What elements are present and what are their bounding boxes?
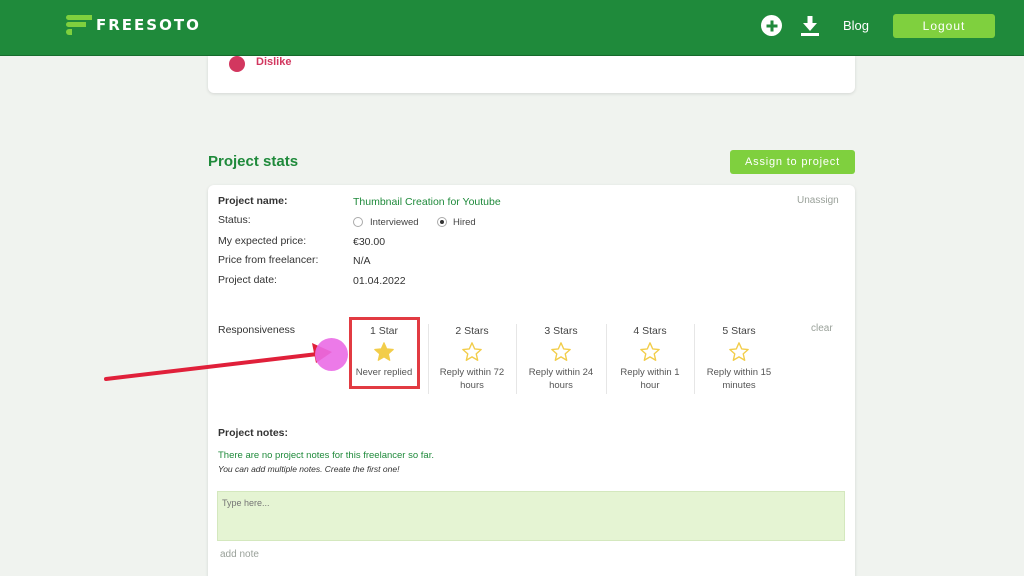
top-navbar: FREESOTO Blog Logout xyxy=(0,0,1024,56)
rating-option-5-stars[interactable]: 5 Stars Reply within 15 minutes xyxy=(699,323,779,399)
blog-link[interactable]: Blog xyxy=(843,18,869,33)
rating-description: Reply within 15 minutes xyxy=(706,367,772,391)
rating-option-4-stars[interactable]: 4 Stars Reply within 1 hour xyxy=(610,323,690,399)
section-title: Project stats xyxy=(208,153,299,170)
project-name-label: Project name: xyxy=(218,195,288,207)
status-label: Status: xyxy=(218,214,251,226)
rating-divider xyxy=(428,324,429,394)
project-date-label: Project date: xyxy=(218,274,277,286)
rating-title: 3 Stars xyxy=(544,325,578,337)
star-outline-icon xyxy=(551,342,571,361)
freelancer-price-label: Price from freelancer: xyxy=(218,254,319,266)
annotation-arrow xyxy=(104,343,332,381)
freelancer-price-value: N/A xyxy=(353,255,371,267)
note-input[interactable] xyxy=(217,491,845,541)
selected-rating-highlight xyxy=(349,317,420,389)
star-outline-icon xyxy=(729,342,749,361)
rating-title: 4 Stars xyxy=(633,325,667,337)
dislike-radio[interactable] xyxy=(229,56,245,72)
download-icon[interactable] xyxy=(798,14,822,38)
notes-hint: You can add multiple notes. Create the f… xyxy=(218,464,400,474)
rating-option-3-stars[interactable]: 3 Stars Reply within 24 hours xyxy=(521,323,601,399)
star-outline-icon xyxy=(462,342,482,361)
expected-price-label: My expected price: xyxy=(218,235,307,247)
unassign-link[interactable]: Unassign xyxy=(797,195,839,206)
rating-divider xyxy=(516,324,517,394)
feedback-card: Dislike xyxy=(208,56,855,93)
status-hired-label: Hired xyxy=(453,217,476,228)
expected-price-value: €30.00 xyxy=(353,236,386,248)
logo-text: FREESOTO xyxy=(96,16,201,34)
rating-title: 5 Stars xyxy=(722,325,756,337)
rating-description: Reply within 24 hours xyxy=(528,367,594,391)
rating-option-2-stars[interactable]: 2 Stars Reply within 72 hours xyxy=(432,323,512,399)
star-outline-icon xyxy=(640,342,660,361)
project-notes-title: Project notes: xyxy=(218,427,289,439)
dislike-label: Dislike xyxy=(256,56,292,68)
clear-rating-link[interactable]: clear xyxy=(811,323,833,334)
status-interviewed-label: Interviewed xyxy=(370,217,419,228)
rating-divider xyxy=(694,324,695,394)
rating-title: 2 Stars xyxy=(455,325,489,337)
add-note-button[interactable]: add note xyxy=(220,549,259,560)
logo[interactable]: FREESOTO xyxy=(66,15,201,35)
project-date-value: 01.04.2022 xyxy=(353,275,406,287)
rating-description: Reply within 72 hours xyxy=(439,367,505,391)
rating-divider xyxy=(606,324,607,394)
cursor-indicator xyxy=(315,338,348,371)
status-hired-radio[interactable] xyxy=(437,217,447,227)
plus-circle-icon[interactable] xyxy=(761,15,782,36)
logo-icon xyxy=(66,15,92,35)
project-name-link[interactable]: Thumbnail Creation for Youtube xyxy=(353,196,501,208)
logout-button[interactable]: Logout xyxy=(893,14,995,38)
notes-empty-message: There are no project notes for this free… xyxy=(218,450,434,461)
rating-description: Reply within 1 hour xyxy=(620,367,680,391)
assign-to-project-button[interactable]: Assign to project xyxy=(730,150,855,174)
status-interviewed-radio[interactable] xyxy=(353,217,363,227)
